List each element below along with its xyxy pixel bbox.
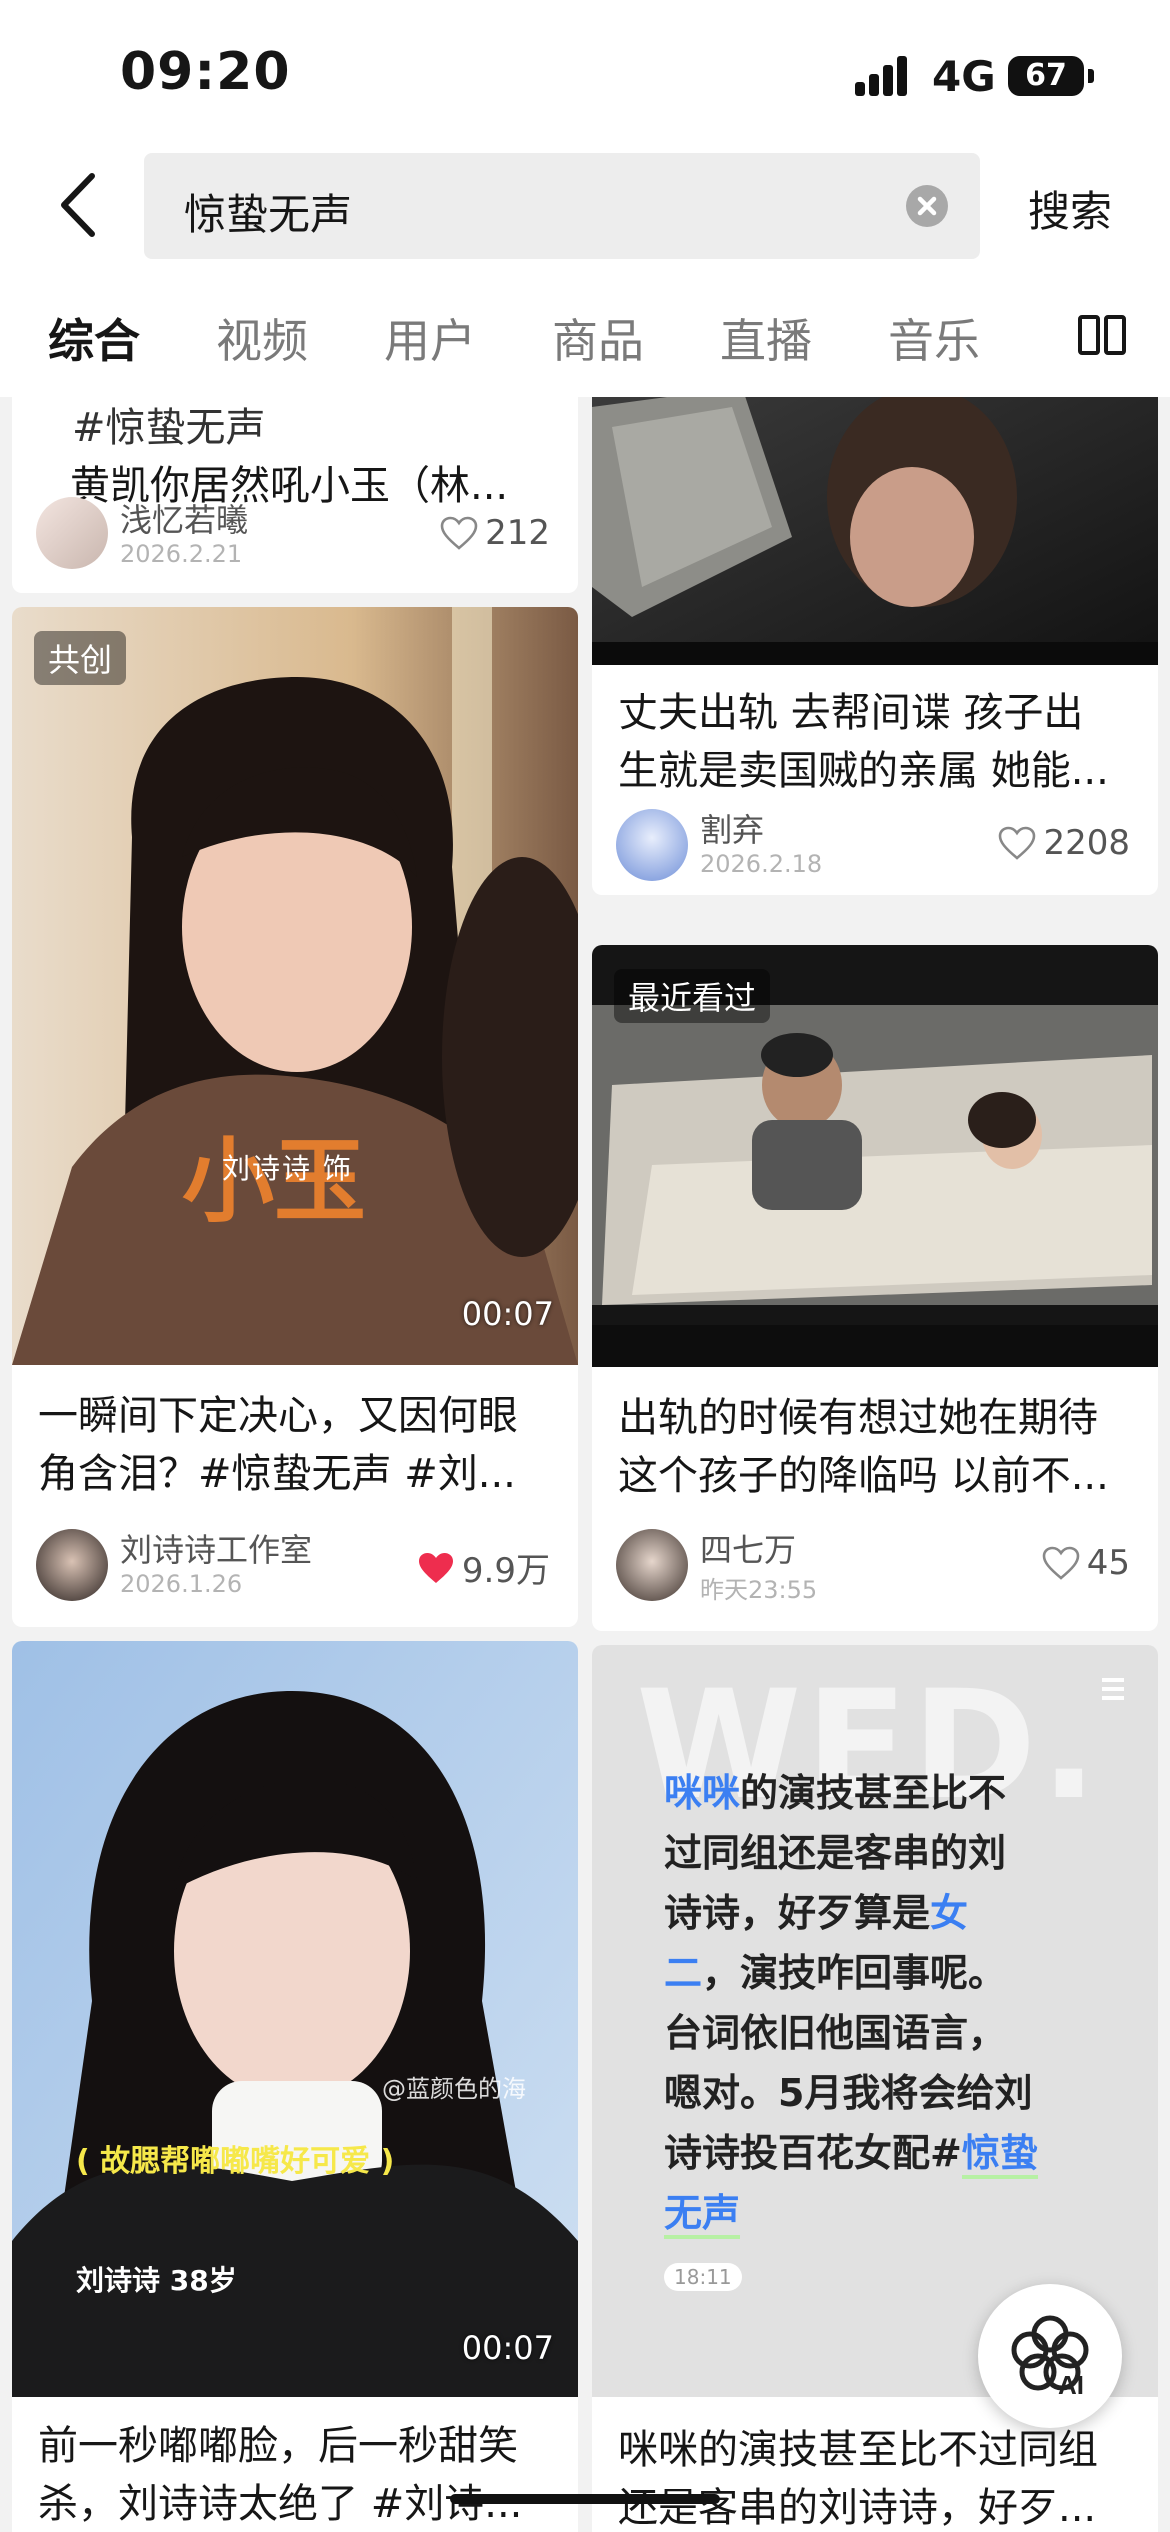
like-count[interactable]: 9.9万 — [416, 1543, 550, 1592]
card-title-line: 一瞬间下定决心，又因何眼 — [38, 1393, 518, 1439]
author-name[interactable]: 四七万 — [700, 1525, 796, 1571]
post-date: 2026.1.26 — [120, 1570, 243, 1598]
card-title-line: 出轨的时候有想过她在期待 — [618, 1395, 1098, 1441]
card-title-line: 角含泪？#惊蛰无声 #刘... — [38, 1451, 516, 1497]
home-indicator — [450, 2494, 720, 2504]
avatar[interactable] — [36, 497, 108, 569]
author-name[interactable]: 刘诗诗工作室 — [120, 1525, 312, 1571]
like-number: 9.9万 — [461, 1551, 550, 1591]
heart-icon — [1042, 1546, 1080, 1580]
network-label: 4G — [932, 52, 996, 101]
ai-flower-icon: AI — [1011, 2315, 1089, 2400]
heart-icon — [418, 1552, 453, 1583]
note-text-line: 诗诗投百花女配# — [664, 2131, 962, 2175]
note-text: 咪咪的演技甚至比不 过同组还是客串的刘 诗诗，好歹算是女 二，演技咋回事呢。 台… — [664, 1763, 1038, 2243]
card-title-line: 丈夫出轨 去帮间谍 孩子出 — [618, 690, 1084, 736]
recently-viewed-badge: 最近看过 — [614, 969, 771, 1023]
avatar[interactable] — [616, 1529, 688, 1601]
co-create-badge: 共创 — [34, 631, 127, 685]
card-title-line: 前一秒嘟嘟脸，后一秒甜笑 — [38, 2423, 518, 2469]
chevron-left-icon — [61, 173, 95, 237]
tab-music[interactable]: 音乐 — [888, 305, 980, 371]
like-count[interactable]: 212 — [439, 513, 550, 553]
layout-toggle-icon[interactable] — [1078, 315, 1126, 355]
tab-all[interactable]: 综合 — [48, 305, 140, 371]
search-header: 惊蛰无声 搜索 — [0, 150, 1170, 265]
note-text-line: 嗯对。5月我将会给刘 — [664, 2071, 1033, 2115]
note-highlight: 二 — [664, 1951, 703, 1995]
avatar[interactable] — [616, 809, 688, 881]
heart-icon — [999, 826, 1036, 860]
video-thumbnail[interactable]: ( 故腮帮嘟嘟嘴好可爱 ) 刘诗诗 38岁 @蓝颜色的海 — [12, 1641, 578, 2397]
card-title-line: 杀，刘诗诗太绝了 #刘诗... — [38, 2481, 523, 2527]
card-title-line: #惊蛰无声 — [72, 405, 266, 451]
signal-icon — [855, 56, 915, 98]
note-text-line: ，演技咋回事呢。 — [702, 1951, 1007, 1995]
overlay-subject-text: 刘诗诗 38岁 — [76, 2264, 237, 2297]
like-number: 2208 — [1043, 823, 1130, 863]
battery-icon: 67 — [1008, 56, 1084, 96]
tab-bar: 综合 视频 用户 商品 直播 音乐 — [0, 265, 1170, 397]
tab-live[interactable]: 直播 — [720, 305, 812, 371]
note-highlight: 咪咪 — [664, 1771, 741, 1815]
note-highlight: 无声 — [664, 2191, 741, 2239]
note-text-line: 的演技甚至比不 — [740, 1771, 1007, 1815]
search-input[interactable]: 惊蛰无声 — [144, 153, 980, 259]
overlay-caption: ( 故腮帮嘟嘟嘴好可爱 ) — [76, 2144, 395, 2179]
video-duration: 00:07 — [461, 1295, 554, 1333]
ai-assistant-button[interactable]: AI — [978, 2284, 1122, 2428]
video-duration: 00:07 — [461, 2329, 554, 2367]
card-title-line: 生就是卖国贼的亲属 她能... — [618, 748, 1109, 794]
results-feed[interactable]: #惊蛰无声 黄凯你居然吼小玉（林... 浅忆若曦 2026.2.21 212 丈… — [0, 397, 1170, 2532]
note-highlight: 惊蛰 — [961, 2131, 1038, 2179]
note-text-line: 台词依旧他国语言， — [664, 2011, 1007, 2055]
note-highlight: 女 — [930, 1891, 969, 1935]
result-card[interactable]: ( 故腮帮嘟嘟嘴好可爱 ) 刘诗诗 38岁 @蓝颜色的海 00:07 前一秒嘟嘟… — [12, 1641, 578, 2532]
clear-icon[interactable] — [906, 185, 948, 227]
post-date: 2026.2.18 — [700, 850, 823, 878]
video-thumbnail[interactable] — [592, 397, 1158, 665]
tab-users[interactable]: 用户 — [384, 305, 476, 371]
author-name[interactable]: 割弃 — [700, 805, 764, 851]
ai-label: AI — [1058, 2370, 1084, 2400]
author-name[interactable]: 浅忆若曦 — [120, 495, 248, 541]
status-bar: 09:20 4G 67 — [0, 0, 1170, 150]
watermark-text: @蓝颜色的海 — [382, 2075, 526, 2103]
result-card[interactable]: 丈夫出轨 去帮间谍 孩子出 生就是卖国贼的亲属 她能... 割弃 2026.2.… — [592, 397, 1158, 895]
avatar[interactable] — [36, 1529, 108, 1601]
note-text-line: 诗诗，好歹算是 — [664, 1891, 931, 1935]
like-count[interactable]: 2208 — [997, 823, 1130, 863]
post-date: 2026.2.21 — [120, 540, 243, 568]
card-title-line: 还是客串的刘诗诗，好歹... — [618, 2485, 1097, 2531]
like-count[interactable]: 45 — [1041, 1543, 1130, 1583]
card-title-line: 这个孩子的降临吗 以前不... — [618, 1453, 1109, 1499]
list-icon — [1098, 1675, 1128, 1705]
like-number: 212 — [485, 513, 550, 553]
back-button[interactable] — [52, 170, 112, 240]
note-text-line: 过同组还是客串的刘 — [664, 1831, 1007, 1875]
post-date: 昨天23:55 — [700, 1576, 818, 1604]
status-time: 09:20 — [120, 42, 291, 102]
video-thumbnail[interactable]: 小玉 刘诗诗 饰 — [12, 607, 578, 1365]
overlay-role-text: 刘诗诗 饰 — [222, 1152, 353, 1185]
tab-products[interactable]: 商品 — [552, 305, 644, 371]
note-time-badge: 18:11 — [664, 2263, 742, 2291]
result-card[interactable]: 小玉 刘诗诗 饰 共创 00:07 一瞬间下定决心，又因何眼 角含泪？#惊蛰无声… — [12, 607, 578, 1627]
like-number: 45 — [1086, 1543, 1130, 1583]
tab-video[interactable]: 视频 — [216, 305, 308, 371]
result-card[interactable]: #惊蛰无声 黄凯你居然吼小玉（林... 浅忆若曦 2026.2.21 212 — [12, 397, 578, 593]
battery-cap — [1088, 69, 1094, 83]
result-card[interactable]: 最近看过 出轨的时候有想过她在期待 这个孩子的降临吗 以前不... 四七万 昨天… — [592, 945, 1158, 1631]
card-title-line: 咪咪的演技甚至比不过同组 — [618, 2427, 1098, 2473]
heart-icon — [440, 516, 478, 550]
search-query: 惊蛰无声 — [184, 190, 353, 239]
search-button[interactable]: 搜索 — [1028, 178, 1112, 239]
